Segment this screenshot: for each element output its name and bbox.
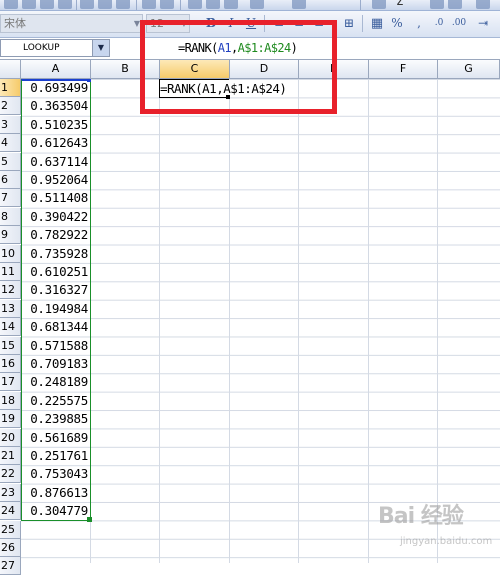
new-file-icon[interactable]: [4, 0, 18, 9]
selection-corner: [87, 79, 91, 82]
print-preview-icon[interactable]: [98, 0, 112, 9]
row-header-24[interactable]: 24: [0, 502, 21, 521]
research-icon[interactable]: [116, 0, 130, 9]
row-header-21[interactable]: 21: [0, 447, 21, 465]
row-header-7[interactable]: 7: [0, 189, 21, 208]
copy-icon[interactable]: [188, 0, 202, 9]
open-file-icon[interactable]: [22, 0, 36, 9]
decrease-decimal-icon[interactable]: .00: [450, 15, 468, 32]
column-header-c[interactable]: C: [160, 60, 230, 78]
font-name-select[interactable]: 宋体 ▼: [0, 14, 143, 33]
row-header-15[interactable]: 15: [0, 336, 21, 355]
comma-style-button[interactable]: ,: [410, 15, 428, 32]
italic-button[interactable]: I: [222, 15, 240, 32]
currency-icon[interactable]: ▦: [368, 15, 386, 32]
active-cell-fill-handle[interactable]: [226, 95, 230, 99]
row-header-26[interactable]: 26: [0, 539, 21, 557]
formula-ref-range: A$1:A$24: [237, 41, 292, 55]
standard-toolbar: Σ: [0, 0, 500, 11]
row-header-25[interactable]: 25: [0, 520, 21, 539]
column-header-d[interactable]: D: [230, 60, 299, 78]
formula-ref-cell: A1: [217, 41, 232, 55]
column-header-g[interactable]: G: [438, 60, 500, 78]
row-header-1[interactable]: 1: [0, 79, 21, 97]
align-center-icon[interactable]: ≡: [290, 15, 308, 32]
column-header-b[interactable]: B: [91, 60, 160, 78]
row-header-4[interactable]: 4: [0, 134, 21, 153]
merge-center-icon[interactable]: ⊞: [340, 15, 358, 32]
row-header-22[interactable]: 22: [0, 465, 21, 484]
percent-button[interactable]: %: [388, 15, 406, 32]
row-header-13[interactable]: 13: [0, 299, 21, 318]
save-icon[interactable]: [40, 0, 54, 9]
cell-grid[interactable]: 0.304779 0.876613 0.753043 0.251761 0.561689…: [21, 79, 500, 563]
row-header-2[interactable]: 2: [0, 97, 21, 116]
font-name-value: 宋体: [4, 17, 26, 30]
column-header-a[interactable]: A: [21, 60, 91, 78]
undo-icon[interactable]: [250, 0, 264, 9]
row-header-17[interactable]: 17: [0, 373, 21, 392]
chevron-down-icon: ▼: [180, 19, 187, 28]
formula-text: =RANK(A1,A$1:A$24): [178, 41, 298, 55]
column-header-f[interactable]: F: [369, 60, 438, 78]
cut-icon[interactable]: [160, 0, 174, 9]
cell-c1-editing[interactable]: =RANK(A1,A$1:A$24): [160, 80, 287, 97]
row-header-6[interactable]: 6: [0, 171, 21, 189]
spelling-icon[interactable]: [142, 0, 156, 9]
row-header-18[interactable]: 18: [0, 391, 21, 410]
paste-icon[interactable]: [206, 0, 220, 9]
sort-ascending-icon[interactable]: [430, 0, 444, 9]
row-header-5[interactable]: 5: [0, 152, 21, 171]
fill-handle[interactable]: [87, 517, 92, 522]
name-box[interactable]: LOOKUP ▼: [0, 39, 110, 57]
column-a-selection-range: [21, 79, 91, 521]
name-box-value: LOOKUP: [23, 43, 60, 53]
column-header-e[interactable]: E: [299, 60, 369, 78]
row-header-8[interactable]: 8: [0, 207, 21, 226]
select-all-corner[interactable]: [0, 60, 21, 78]
row-header-23[interactable]: 23: [0, 483, 21, 502]
row-header-27[interactable]: 27: [0, 557, 21, 575]
print-icon[interactable]: [80, 0, 94, 9]
row-header-column: 1 2 3 4 5 6 7 8 9 10 11 12 13 14 15 16 17 18 19 20 21 22 23 24 2…: [0, 79, 21, 575]
row-header-14[interactable]: 14: [0, 318, 21, 337]
row-header-10[interactable]: 10: [0, 244, 21, 263]
row-header-11[interactable]: 11: [0, 263, 21, 281]
indent-icon[interactable]: ⇥: [474, 15, 492, 32]
redo-icon[interactable]: [292, 0, 306, 9]
chevron-down-icon: ▼: [133, 19, 140, 28]
row-header-16[interactable]: 16: [0, 355, 21, 373]
formula-input[interactable]: =RANK(A1,A$1:A$24): [111, 39, 500, 57]
align-left-icon[interactable]: ≡: [270, 15, 288, 32]
chevron-down-icon[interactable]: ▼: [92, 40, 109, 56]
row-header-3[interactable]: 3: [0, 115, 21, 134]
autosum-icon[interactable]: Σ: [396, 0, 404, 8]
formula-bar-row: LOOKUP ▼ =RANK(A1,A$1:A$24): [0, 38, 500, 60]
underline-button[interactable]: U: [242, 15, 260, 32]
increase-decimal-icon[interactable]: .0: [430, 15, 448, 32]
row-header-19[interactable]: 19: [0, 410, 21, 429]
row-header-20[interactable]: 20: [0, 428, 21, 447]
row-header-9[interactable]: 9: [0, 226, 21, 245]
font-size-select[interactable]: 12 ▼: [146, 14, 190, 33]
formatting-toolbar: 宋体 ▼ 12 ▼ B I U ≡ ≡ ≡ ⊞ ▦ % , .0 .00 ⇥: [0, 11, 500, 38]
permission-icon[interactable]: [58, 0, 72, 9]
format-painter-icon[interactable]: [224, 0, 238, 9]
bold-button[interactable]: B: [202, 15, 220, 32]
row-header-12[interactable]: 12: [0, 281, 21, 300]
font-size-value: 12: [150, 17, 164, 30]
hyperlink-icon[interactable]: [372, 0, 386, 9]
align-right-icon[interactable]: ≡: [310, 15, 328, 32]
column-header-row: A B C D E F G: [0, 60, 500, 79]
chart-wizard-icon[interactable]: [476, 0, 490, 9]
sort-descending-icon[interactable]: [448, 0, 462, 9]
